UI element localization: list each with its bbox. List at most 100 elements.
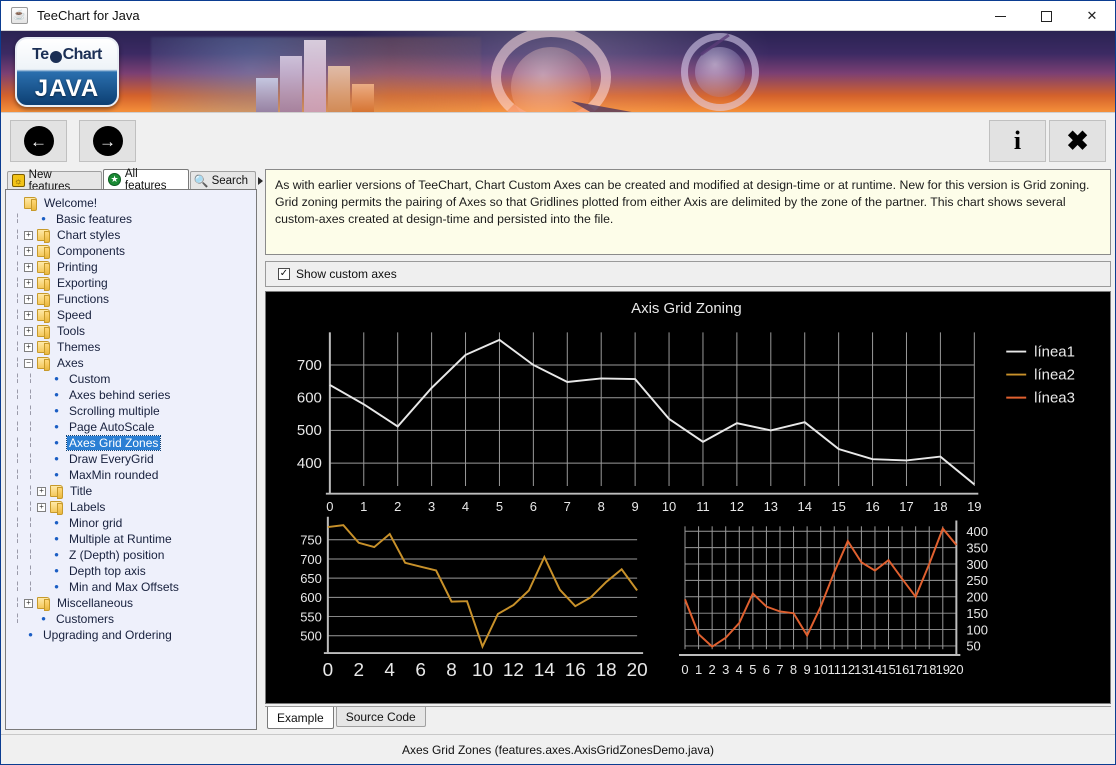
tree-item[interactable]: • Upgrading and Ordering xyxy=(11,627,256,643)
tree-item-label: Axes Grid Zones xyxy=(65,435,162,451)
tree-item[interactable]: ¦ − Axes xyxy=(11,355,256,371)
tree-indent-guide: ¦ xyxy=(16,309,19,320)
tree-item[interactable]: ¦ ¦ • Multiple at Runtime xyxy=(11,531,256,547)
tree-item[interactable]: ¦ + Tools xyxy=(11,323,256,339)
tree-item[interactable]: ¦ ¦ • Custom xyxy=(11,371,256,387)
tree-indent-guide: ¦ xyxy=(29,421,32,432)
tree-item[interactable]: ¦ ¦ • Axes Grid Zones xyxy=(11,435,256,451)
x-axis-tick-label: 4 xyxy=(384,659,395,680)
logo-teechart-text: Te Chart xyxy=(17,39,117,71)
tree-item[interactable]: ¦ ¦ • Axes behind series xyxy=(11,387,256,403)
tree-item[interactable]: ¦ ¦ + Title xyxy=(11,483,256,499)
tree-item[interactable]: ¦ + Speed xyxy=(11,307,256,323)
logo-globe-dot xyxy=(49,51,62,63)
tree-indent-guide: ¦ xyxy=(29,373,32,384)
tree-item[interactable]: ¦ ¦ • Draw EveryGrid xyxy=(11,451,256,467)
expand-icon[interactable]: + xyxy=(24,278,33,288)
tree-item[interactable]: ¦ + Themes xyxy=(11,339,256,355)
tree-item[interactable]: ¦ ¦ • Depth top axis xyxy=(11,563,256,579)
tree-item[interactable]: ¦ + Chart styles xyxy=(11,227,256,243)
tree-item[interactable]: ¦ + Printing xyxy=(11,259,256,275)
x-axis-tick-label: 10 xyxy=(662,499,676,514)
expand-icon[interactable]: + xyxy=(24,598,33,608)
splitter-collapse-arrow-icon[interactable] xyxy=(258,177,263,185)
y-axis-tick-label: 700 xyxy=(297,358,322,374)
tree-item[interactable]: Welcome! xyxy=(11,195,256,211)
tab-new-features[interactable]: ☼ New features xyxy=(7,169,103,193)
expand-icon[interactable]: + xyxy=(24,310,33,320)
legend-label-1: línea1 xyxy=(1034,345,1075,361)
x-axis-tick-label: 18 xyxy=(933,499,947,514)
y-axis-tick-label: 750 xyxy=(300,533,322,548)
tree-item[interactable]: ¦ ¦ • MaxMin rounded xyxy=(11,467,256,483)
expand-icon[interactable]: + xyxy=(24,342,33,352)
options-bar: ✓ Show custom axes xyxy=(265,261,1111,287)
tree-indent-guide: ¦ xyxy=(16,517,19,528)
tree-item-label: Min and Max Offsets xyxy=(69,580,179,594)
tree-item[interactable]: ¦ + Components xyxy=(11,243,256,259)
tree-item-label: Z (Depth) position xyxy=(69,548,165,562)
minimize-button[interactable] xyxy=(977,1,1023,31)
tree-item[interactable]: ¦ ¦ • Z (Depth) position xyxy=(11,547,256,563)
bullet-icon: • xyxy=(54,451,59,466)
folder-icon xyxy=(37,325,50,339)
collapse-icon[interactable]: − xyxy=(24,358,33,368)
tree-item[interactable]: ¦ + Miscellaneous xyxy=(11,595,256,611)
feature-tree[interactable]: Welcome! ¦ • Basic features ¦ + Chart styles ¦ +… xyxy=(5,189,257,730)
tree-item[interactable]: ¦ + Functions xyxy=(11,291,256,307)
tab-example[interactable]: Example xyxy=(267,707,334,729)
tree-item-label: Axes behind series xyxy=(69,388,171,402)
x-axis-tick-label: 2 xyxy=(394,499,401,514)
bullet-icon: • xyxy=(54,531,59,546)
exit-button[interactable]: ✖ xyxy=(1049,120,1106,162)
tree-item-label: Depth top axis xyxy=(69,564,146,578)
tree-indent-guide: ¦ xyxy=(29,533,32,544)
tree-indent-guide: ¦ xyxy=(16,405,19,416)
tree-indent-guide: ¦ xyxy=(16,597,19,608)
bullet-icon: • xyxy=(54,515,59,530)
back-button[interactable]: ← xyxy=(10,120,67,162)
tree-item[interactable]: ¦ ¦ • Min and Max Offsets xyxy=(11,579,256,595)
x-axis-tick-label: 8 xyxy=(446,659,457,680)
maximize-button[interactable] xyxy=(1023,1,1069,31)
x-axis-tick-label: 0 xyxy=(326,499,333,514)
tab-source-code[interactable]: Source Code xyxy=(335,707,426,727)
info-button[interactable]: i xyxy=(989,120,1046,162)
expand-icon[interactable]: + xyxy=(24,246,33,256)
tree-item-label: Basic features xyxy=(56,212,133,226)
tree-item[interactable]: ¦ ¦ + Labels xyxy=(11,499,256,515)
tree-indent-guide: ¦ xyxy=(16,613,19,624)
x-axis-tick-label: 7 xyxy=(564,499,571,514)
tab-search[interactable]: 🔍 Search xyxy=(189,171,256,189)
tree-indent-guide: ¦ xyxy=(16,229,19,240)
tree-item-label: Minor grid xyxy=(69,516,123,530)
tree-item[interactable]: ¦ • Basic features xyxy=(11,211,256,227)
x-axis-tick-label: 3 xyxy=(428,499,435,514)
tree-item-label: Labels xyxy=(70,500,106,514)
expand-icon[interactable]: + xyxy=(37,502,46,512)
expand-icon[interactable]: + xyxy=(24,326,33,336)
expand-icon[interactable]: + xyxy=(24,262,33,272)
navigation-toolbar: ← → i ✖ xyxy=(1,113,1115,169)
tab-all-features[interactable]: ★ All features xyxy=(103,168,189,192)
tree-indent-guide: ¦ xyxy=(16,277,19,288)
tree-item[interactable]: ¦ ¦ • Minor grid xyxy=(11,515,256,531)
expand-icon[interactable]: + xyxy=(37,486,46,496)
expand-icon[interactable]: + xyxy=(24,230,33,240)
folder-icon xyxy=(37,245,50,259)
panel-splitter[interactable] xyxy=(257,169,265,730)
x-axis-tick-label: 14 xyxy=(534,659,555,680)
status-bar: Axes Grid Zones (features.axes.AxisGridZ… xyxy=(1,734,1115,764)
tree-item-label: Functions xyxy=(57,292,110,306)
tree-item[interactable]: ¦ • Customers xyxy=(11,611,256,627)
tree-item[interactable]: ¦ ¦ • Page AutoScale xyxy=(11,419,256,435)
expand-icon[interactable]: + xyxy=(24,294,33,304)
close-button[interactable]: ✕ xyxy=(1069,1,1115,31)
x-axis-tick-label: 18 xyxy=(922,662,936,677)
tree-item[interactable]: ¦ ¦ • Scrolling multiple xyxy=(11,403,256,419)
chart-canvas[interactable]: Axis Grid Zoning 400 500 600 700 0 1 2 3 4 5 6 7 8 9 10… xyxy=(265,291,1111,704)
bullet-icon: • xyxy=(41,611,46,626)
forward-button[interactable]: → xyxy=(79,120,136,162)
tree-item[interactable]: ¦ + Exporting xyxy=(11,275,256,291)
show-custom-axes-checkbox[interactable]: ✓ xyxy=(278,268,290,280)
